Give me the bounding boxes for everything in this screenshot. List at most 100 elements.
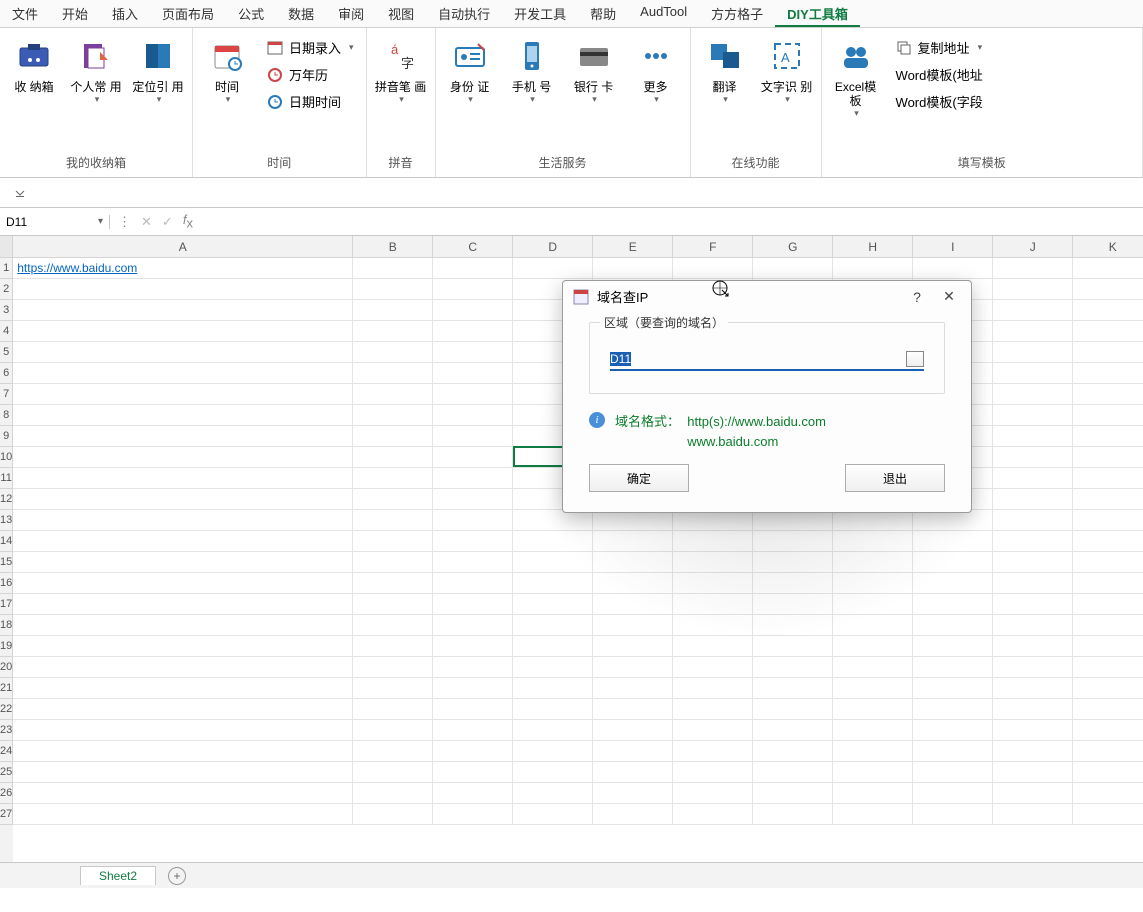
range-picker-button[interactable] [906,351,924,367]
col-header-H[interactable]: H [833,236,913,258]
cell-H1[interactable] [833,258,913,279]
cell-F23[interactable] [673,720,753,741]
cell-A9[interactable] [13,426,353,447]
cell-K4[interactable] [1073,321,1143,342]
menu-tab-2[interactable]: 插入 [100,0,150,27]
row-header-10[interactable]: 10 [0,447,13,468]
cell-C9[interactable] [433,426,513,447]
cell-A16[interactable] [13,573,353,594]
cell-F21[interactable] [673,678,753,699]
time-button[interactable]: 时间 [201,32,253,105]
cell-I19[interactable] [913,636,993,657]
more-icon[interactable]: ⋮ [118,214,131,230]
cell-B16[interactable] [353,573,433,594]
col-header-F[interactable]: F [673,236,753,258]
col-header-K[interactable]: K [1073,236,1143,258]
cell-A11[interactable] [13,468,353,489]
cell-G16[interactable] [753,573,833,594]
cell-F20[interactable] [673,657,753,678]
cell-A19[interactable] [13,636,353,657]
cell-F27[interactable] [673,804,753,825]
cell-E27[interactable] [593,804,673,825]
cell-G13[interactable] [753,510,833,531]
cell-I15[interactable] [913,552,993,573]
datetime-button[interactable]: 日期时间 [263,90,358,113]
cell-G15[interactable] [753,552,833,573]
cell-J16[interactable] [993,573,1073,594]
cell-H16[interactable] [833,573,913,594]
dialog-close-button[interactable]: ✕ [937,288,961,305]
menu-tab-8[interactable]: 自动执行 [426,0,502,27]
cell-K25[interactable] [1073,762,1143,783]
cell-I25[interactable] [913,762,993,783]
cell-J5[interactable] [993,342,1073,363]
row-header-17[interactable]: 17 [0,594,13,615]
cell-A4[interactable] [13,321,353,342]
cell-H21[interactable] [833,678,913,699]
cell-D27[interactable] [513,804,593,825]
cell-B11[interactable] [353,468,433,489]
cell-G25[interactable] [753,762,833,783]
add-sheet-button[interactable]: + [168,867,186,885]
cancel-icon[interactable]: ✕ [141,214,152,230]
cell-H19[interactable] [833,636,913,657]
cell-C22[interactable] [433,699,513,720]
cell-J26[interactable] [993,783,1073,804]
confirm-icon[interactable]: ✓ [162,214,173,230]
excel-template-button[interactable]: Excel模 板 [830,32,882,119]
cell-F24[interactable] [673,741,753,762]
cell-J21[interactable] [993,678,1073,699]
cell-D23[interactable] [513,720,593,741]
cell-G17[interactable] [753,594,833,615]
cell-F15[interactable] [673,552,753,573]
cell-B21[interactable] [353,678,433,699]
row-header-4[interactable]: 4 [0,321,13,342]
locate-ref-button[interactable]: 定位引 用 [132,32,184,105]
cell-D20[interactable] [513,657,593,678]
row-header-27[interactable]: 27 [0,804,13,825]
row-header-22[interactable]: 22 [0,699,13,720]
cell-K24[interactable] [1073,741,1143,762]
cell-J19[interactable] [993,636,1073,657]
cell-K18[interactable] [1073,615,1143,636]
cell-B6[interactable] [353,363,433,384]
cell-E13[interactable] [593,510,673,531]
cell-K21[interactable] [1073,678,1143,699]
cell-A26[interactable] [13,783,353,804]
cell-J11[interactable] [993,468,1073,489]
cell-I18[interactable] [913,615,993,636]
cell-K5[interactable] [1073,342,1143,363]
menu-tab-10[interactable]: 帮助 [578,0,628,27]
cell-H18[interactable] [833,615,913,636]
cell-B4[interactable] [353,321,433,342]
col-header-G[interactable]: G [753,236,833,258]
cell-K1[interactable] [1073,258,1143,279]
cell-A6[interactable] [13,363,353,384]
cell-H20[interactable] [833,657,913,678]
cell-A13[interactable] [13,510,353,531]
cell-D13[interactable] [513,510,593,531]
cell-C13[interactable] [433,510,513,531]
cell-K2[interactable] [1073,279,1143,300]
cell-J27[interactable] [993,804,1073,825]
cell-D14[interactable] [513,531,593,552]
cell-B18[interactable] [353,615,433,636]
cell-J9[interactable] [993,426,1073,447]
fx-icon[interactable]: fx [183,212,193,231]
cell-A27[interactable] [13,804,353,825]
row-header-20[interactable]: 20 [0,657,13,678]
cell-C23[interactable] [433,720,513,741]
menu-tab-7[interactable]: 视图 [376,0,426,27]
cell-K16[interactable] [1073,573,1143,594]
cell-K27[interactable] [1073,804,1143,825]
cell-A25[interactable] [13,762,353,783]
cell-K14[interactable] [1073,531,1143,552]
row-header-9[interactable]: 9 [0,426,13,447]
cell-E18[interactable] [593,615,673,636]
cell-I21[interactable] [913,678,993,699]
cell-A2[interactable] [13,279,353,300]
cell-C7[interactable] [433,384,513,405]
id-card-button[interactable]: 身份 证 [444,32,496,105]
row-header-7[interactable]: 7 [0,384,13,405]
cell-B26[interactable] [353,783,433,804]
